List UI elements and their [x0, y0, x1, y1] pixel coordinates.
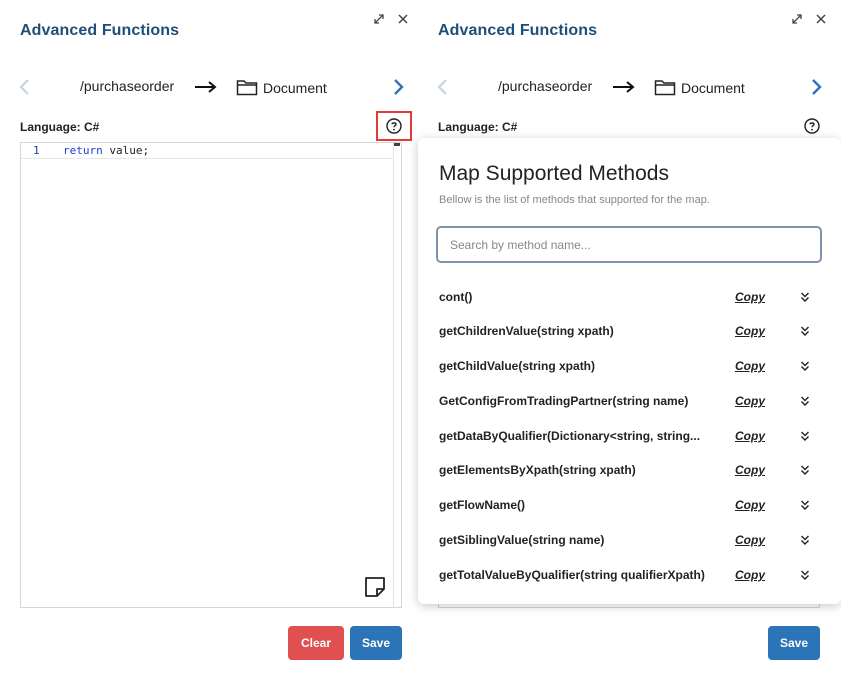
double-chevron-down-icon[interactable] [800, 569, 810, 581]
copy-link[interactable]: Copy [735, 429, 765, 443]
dialog-title: Advanced Functions [20, 22, 180, 39]
popover-title: Map Supported Methods [439, 162, 669, 185]
save-button[interactable]: Save [768, 626, 820, 660]
editor-line[interactable]: 1 return value; [21, 143, 393, 159]
copy-link[interactable]: Copy [735, 359, 765, 373]
close-icon[interactable] [396, 12, 410, 26]
page-icon[interactable] [363, 575, 387, 599]
source-path: /purchaseorder [498, 78, 593, 94]
method-row: getTotalValueByQualifier(string qualifie… [418, 559, 841, 593]
code-rest: value; [102, 144, 150, 157]
copy-link[interactable]: Copy [735, 533, 765, 547]
expand-icon[interactable] [372, 12, 386, 26]
target-name: Document [263, 80, 327, 96]
expand-icon[interactable] [790, 12, 804, 26]
folder-icon [236, 80, 258, 96]
arrow-right-icon [613, 81, 635, 93]
method-row: getSiblingValue(string name) Copy [418, 524, 841, 558]
copy-link[interactable]: Copy [735, 324, 765, 338]
mapping-nav: /purchaseorder Document [18, 74, 408, 100]
code-text[interactable]: return value; [63, 144, 149, 157]
close-icon[interactable] [814, 12, 828, 26]
chevron-right-icon[interactable] [809, 78, 823, 96]
chevron-left-icon[interactable] [18, 78, 32, 96]
line-number: 1 [33, 144, 40, 157]
method-name: getChildValue(string xpath) [439, 359, 596, 373]
method-row: getChildValue(string xpath) Copy [418, 350, 841, 384]
method-name: cont() [439, 290, 473, 304]
folder-icon [654, 80, 676, 96]
target-name: Document [681, 80, 745, 96]
scroll-thumb[interactable] [394, 143, 400, 146]
method-row: getChildrenValue(string xpath) Copy [418, 315, 841, 349]
copy-link[interactable]: Copy [735, 568, 765, 582]
code-editor[interactable]: 1 return value; [20, 142, 402, 608]
arrow-right-icon [195, 81, 217, 93]
clear-button[interactable]: Clear [288, 626, 344, 660]
mapping-nav: /purchaseorder Document [436, 74, 826, 100]
method-name: getElementsByXpath(string xpath) [439, 463, 636, 477]
copy-link[interactable]: Copy [735, 394, 765, 408]
copy-link[interactable]: Copy [735, 498, 765, 512]
window-controls [790, 12, 828, 26]
double-chevron-down-icon[interactable] [800, 464, 810, 476]
source-path: /purchaseorder [80, 78, 175, 94]
method-name: getChildrenValue(string xpath) [439, 324, 614, 338]
save-button[interactable]: Save [350, 626, 402, 660]
double-chevron-down-icon[interactable] [800, 325, 810, 337]
method-row: GetConfigFromTradingPartner(string name)… [418, 385, 841, 419]
method-name: getFlowName() [439, 498, 526, 512]
method-row: getDataByQualifier(Dictionary<string, st… [418, 420, 841, 454]
method-name: GetConfigFromTradingPartner(string name) [439, 394, 689, 408]
method-row: getFlowName() Copy [418, 489, 841, 523]
help-icon[interactable] [386, 118, 402, 134]
double-chevron-down-icon[interactable] [800, 499, 810, 511]
method-name: getTotalValueByQualifier(string qualifie… [439, 568, 705, 582]
copy-link[interactable]: Copy [735, 290, 765, 304]
popover-subtitle: Bellow is the list of methods that suppo… [439, 194, 710, 206]
left-panel: Advanced Functions /purchaseorder Docume… [0, 0, 418, 684]
method-search-input[interactable] [436, 226, 822, 263]
double-chevron-down-icon[interactable] [800, 430, 810, 442]
chevron-right-icon[interactable] [391, 78, 405, 96]
double-chevron-down-icon[interactable] [800, 534, 810, 546]
double-chevron-down-icon[interactable] [800, 291, 810, 303]
double-chevron-down-icon[interactable] [800, 360, 810, 372]
language-label: Language: C# [438, 120, 518, 134]
right-panel: Advanced Functions /purchaseorder Docume… [418, 0, 841, 684]
method-name: getSiblingValue(string name) [439, 533, 605, 547]
code-keyword: return [63, 144, 103, 157]
copy-link[interactable]: Copy [735, 463, 765, 477]
window-controls [372, 12, 410, 26]
method-row: getElementsByXpath(string xpath) Copy [418, 454, 841, 488]
method-row: cont() Copy [418, 281, 841, 315]
double-chevron-down-icon[interactable] [800, 395, 810, 407]
dialog-title: Advanced Functions [438, 22, 598, 39]
language-label: Language: C# [20, 120, 100, 134]
chevron-left-icon[interactable] [436, 78, 450, 96]
editor-scrollbar[interactable] [393, 143, 401, 607]
help-icon[interactable] [804, 118, 820, 134]
methods-popover: Map Supported Methods Bellow is the list… [418, 138, 841, 604]
method-name: getDataByQualifier(Dictionary<string, st… [439, 429, 701, 443]
